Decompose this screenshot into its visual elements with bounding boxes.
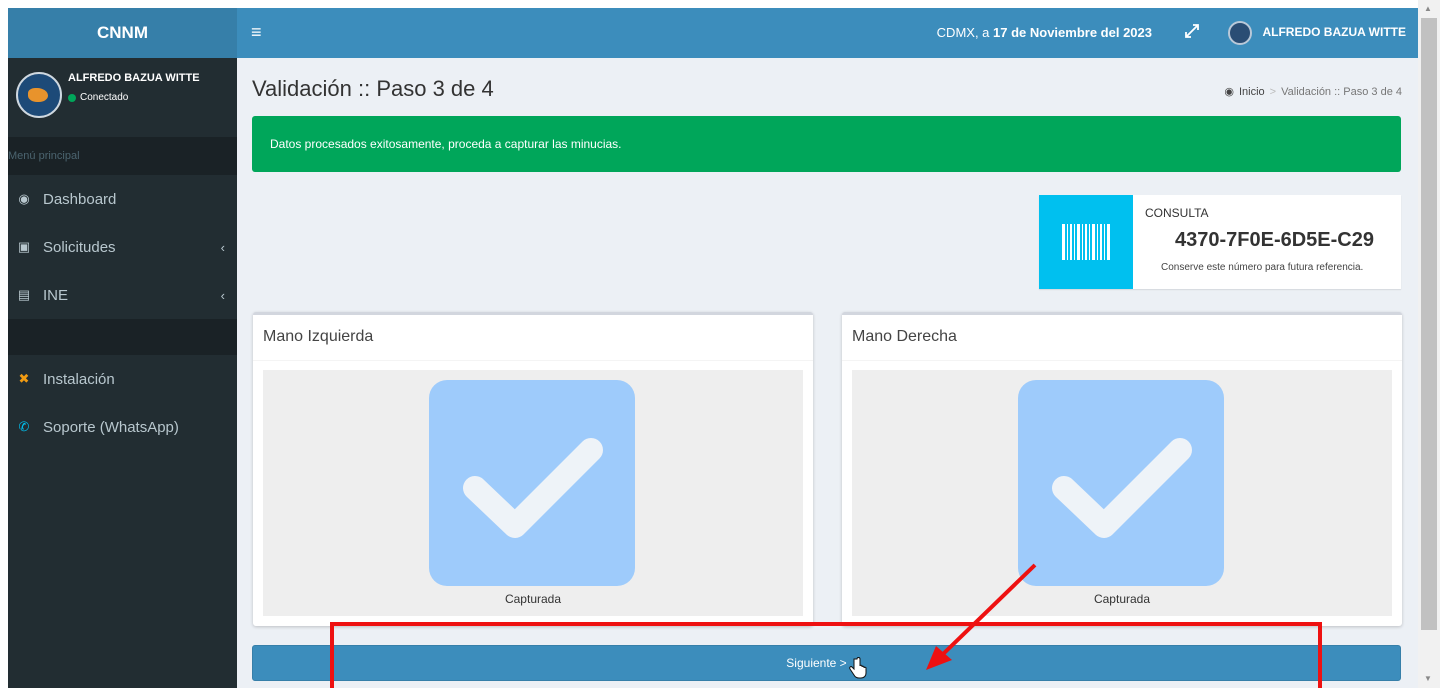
menu-toggle-icon[interactable]: ≡ xyxy=(251,22,262,42)
barcode-icon xyxy=(1039,195,1133,289)
date-prefix: CDMX, a xyxy=(936,25,994,40)
chevron-left-icon: ‹ xyxy=(220,240,225,255)
sidebar-item-label: Dashboard xyxy=(43,190,117,208)
sidebar-user-name: ALFREDO BAZUA WITTE xyxy=(68,72,200,84)
breadcrumb: ◉ Inicio > Validación :: Paso 3 de 4 xyxy=(1224,85,1402,99)
user-avatar-top[interactable] xyxy=(1228,21,1252,45)
sidebar-item-label: Soporte (WhatsApp) xyxy=(43,418,179,436)
left-hand-panel: Mano Izquierda Capturada xyxy=(253,312,813,626)
left-hand-status: Capturada xyxy=(504,592,562,606)
wrench-icon: ✖ xyxy=(18,371,30,386)
page-title: Validación :: Paso 3 de 4 xyxy=(252,76,494,101)
scroll-thumb[interactable] xyxy=(1421,18,1437,630)
dashboard-icon: ◉ xyxy=(1224,86,1234,98)
date-value: 17 de Noviembre del 2023 xyxy=(993,25,1152,40)
highlight-box xyxy=(330,622,1322,688)
user-avatar xyxy=(16,72,62,118)
checkmark-icon xyxy=(429,380,635,586)
main-content: Validación :: Paso 3 de 4 ◉ Inicio > Val… xyxy=(237,58,1418,688)
checkmark-icon xyxy=(1018,380,1224,586)
menu-header: Menú principal xyxy=(8,137,237,175)
scroll-up-icon[interactable]: ▲ xyxy=(1424,4,1432,13)
alert-message: Datos procesados exitosamente, proceda a… xyxy=(270,137,622,151)
archive-icon: ▣ xyxy=(17,239,31,254)
sidebar-item-instalacion[interactable]: ✖ Instalación xyxy=(8,355,237,403)
scroll-down-icon[interactable]: ▼ xyxy=(1424,674,1432,683)
fullscreen-icon[interactable] xyxy=(1184,23,1200,39)
brand-logo[interactable]: CNNM xyxy=(8,8,237,58)
right-hand-title: Mano Derecha xyxy=(852,328,957,345)
success-alert: Datos procesados exitosamente, proceda a… xyxy=(252,116,1401,172)
sidebar-item-label: INE xyxy=(43,286,69,304)
menu-divider xyxy=(8,319,237,355)
id-card-icon: ▤ xyxy=(17,287,31,302)
consulta-label: CONSULTA xyxy=(1145,206,1209,220)
consulta-info-box: CONSULTA 4370-7F0E-6D5E-C29 Conserve est… xyxy=(1039,195,1401,289)
user-menu-name[interactable]: ALFREDO BAZUA WITTE xyxy=(1262,25,1406,39)
dashboard-icon: ◉ xyxy=(18,191,30,206)
panel-divider xyxy=(253,360,813,361)
date-display: CDMX, a 17 de Noviembre del 2023 xyxy=(937,25,1152,40)
annotation-arrow xyxy=(926,563,1037,670)
whatsapp-icon: ✆ xyxy=(18,419,30,434)
top-navbar: ≡ CDMX, a 17 de Noviembre del 2023 ALFRE… xyxy=(237,8,1418,58)
user-status: Conectado xyxy=(68,92,128,103)
brand-text: CNNM xyxy=(97,23,148,42)
breadcrumb-separator: > xyxy=(1269,85,1277,98)
consulta-note: Conserve este número para futura referen… xyxy=(1161,262,1364,273)
left-hand-capture-area[interactable]: Capturada xyxy=(263,370,803,616)
consulta-number: 4370-7F0E-6D5E-C29 xyxy=(1175,229,1374,251)
online-status-icon xyxy=(68,93,76,102)
sidebar-item-label: Instalación xyxy=(43,370,115,388)
sidebar-item-solicitudes[interactable]: ▣ Solicitudes ‹ xyxy=(8,223,237,271)
sidebar-item-soporte[interactable]: ✆ Soporte (WhatsApp) xyxy=(8,403,237,451)
left-hand-title: Mano Izquierda xyxy=(263,328,374,345)
user-panel: ALFREDO BAZUA WITTE Conectado xyxy=(8,58,237,137)
sidebar-item-dashboard[interactable]: ◉ Dashboard xyxy=(8,175,237,223)
app-window: CNNM ≡ CDMX, a 17 de Noviembre del 2023 … xyxy=(8,8,1418,688)
sidebar: ALFREDO BAZUA WITTE Conectado Menú princ… xyxy=(8,58,237,688)
breadcrumb-home[interactable]: Inicio xyxy=(1239,86,1265,98)
page-scrollbar[interactable]: ▲ ▼ xyxy=(1418,0,1440,688)
sidebar-item-ine[interactable]: ▤ INE ‹ xyxy=(8,271,237,319)
panel-divider xyxy=(842,360,1402,361)
user-status-label: Conectado xyxy=(80,92,129,103)
chevron-left-icon: ‹ xyxy=(220,288,225,303)
breadcrumb-current: Validación :: Paso 3 de 4 xyxy=(1281,85,1402,98)
sidebar-item-label: Solicitudes xyxy=(43,238,116,256)
